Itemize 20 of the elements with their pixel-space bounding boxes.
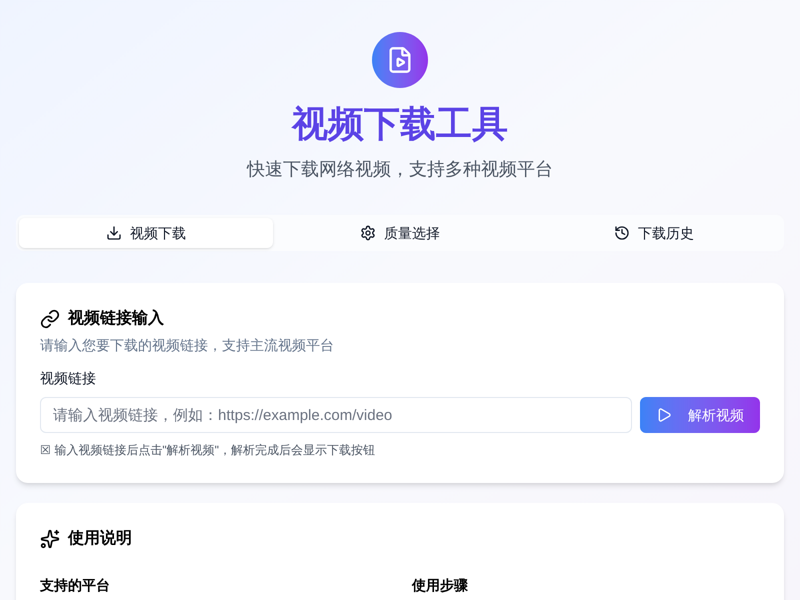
download-icon bbox=[106, 225, 122, 241]
tab[interactable]: 下载历史 bbox=[527, 218, 781, 248]
card-title: 视频链接输入 bbox=[68, 308, 164, 329]
card-description: 请输入您要下载的视频链接，支持主流视频平台 bbox=[40, 336, 335, 355]
hint-text: ☒ 输入视频链接后点击"解析视频"，解析完成后会显示下载按钮 bbox=[40, 442, 376, 459]
page-title: 视频下载工具 bbox=[292, 102, 508, 146]
settings-icon bbox=[360, 225, 376, 241]
section-heading: 支持的平台 bbox=[40, 576, 111, 595]
card-title: 使用说明 bbox=[68, 528, 132, 549]
url-input-field[interactable]: 请输入视频链接，例如：https://example.com/video bbox=[40, 397, 632, 433]
parse-video-button[interactable]: 解析视频 bbox=[640, 397, 760, 433]
tab[interactable]: 视频下载 bbox=[19, 218, 273, 248]
field-label: 视频链接 bbox=[40, 369, 97, 388]
play-icon bbox=[656, 407, 672, 423]
section-heading: 使用步骤 bbox=[412, 576, 469, 595]
tab[interactable]: 质量选择 bbox=[273, 218, 527, 248]
page-subtitle: 快速下载网络视频，支持多种视频平台 bbox=[247, 158, 553, 181]
link-icon bbox=[40, 309, 60, 329]
sparkles-icon bbox=[40, 529, 60, 549]
history-icon bbox=[614, 225, 630, 241]
